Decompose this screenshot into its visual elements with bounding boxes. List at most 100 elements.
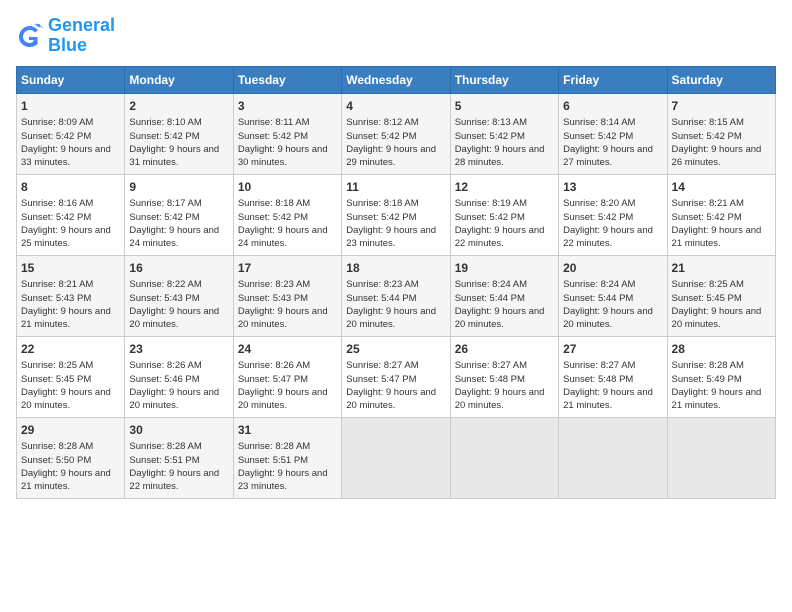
daylight-hours: Daylight: 9 hours and 20 minutes. bbox=[238, 306, 328, 330]
daylight-hours: Daylight: 9 hours and 20 minutes. bbox=[129, 306, 219, 330]
sunset-time: Sunset: 5:50 PM bbox=[21, 455, 91, 466]
sunrise-time: Sunrise: 8:18 AM bbox=[346, 198, 418, 209]
sunset-time: Sunset: 5:42 PM bbox=[455, 131, 525, 142]
week-row-3: 15Sunrise: 8:21 AMSunset: 5:43 PMDayligh… bbox=[17, 255, 776, 336]
day-number: 26 bbox=[455, 341, 554, 358]
calendar-cell: 10Sunrise: 8:18 AMSunset: 5:42 PMDayligh… bbox=[233, 174, 341, 255]
sunset-time: Sunset: 5:42 PM bbox=[21, 131, 91, 142]
calendar-cell: 28Sunrise: 8:28 AMSunset: 5:49 PMDayligh… bbox=[667, 336, 775, 417]
page-header: General Blue bbox=[16, 16, 776, 56]
sunset-time: Sunset: 5:42 PM bbox=[346, 131, 416, 142]
daylight-hours: Daylight: 9 hours and 27 minutes. bbox=[563, 144, 653, 168]
sunset-time: Sunset: 5:43 PM bbox=[21, 293, 91, 304]
sunset-time: Sunset: 5:46 PM bbox=[129, 374, 199, 385]
calendar-cell: 25Sunrise: 8:27 AMSunset: 5:47 PMDayligh… bbox=[342, 336, 450, 417]
sunrise-time: Sunrise: 8:23 AM bbox=[346, 279, 418, 290]
sunrise-time: Sunrise: 8:27 AM bbox=[346, 360, 418, 371]
sunrise-time: Sunrise: 8:24 AM bbox=[563, 279, 635, 290]
daylight-hours: Daylight: 9 hours and 20 minutes. bbox=[672, 306, 762, 330]
column-header-monday: Monday bbox=[125, 66, 233, 93]
day-number: 12 bbox=[455, 179, 554, 196]
daylight-hours: Daylight: 9 hours and 20 minutes. bbox=[563, 306, 653, 330]
day-number: 23 bbox=[129, 341, 228, 358]
sunrise-time: Sunrise: 8:12 AM bbox=[346, 117, 418, 128]
daylight-hours: Daylight: 9 hours and 21 minutes. bbox=[21, 306, 111, 330]
calendar-cell: 29Sunrise: 8:28 AMSunset: 5:50 PMDayligh… bbox=[17, 417, 125, 498]
sunrise-time: Sunrise: 8:21 AM bbox=[672, 198, 744, 209]
daylight-hours: Daylight: 9 hours and 20 minutes. bbox=[129, 387, 219, 411]
day-number: 4 bbox=[346, 98, 445, 115]
daylight-hours: Daylight: 9 hours and 22 minutes. bbox=[563, 225, 653, 249]
column-header-tuesday: Tuesday bbox=[233, 66, 341, 93]
calendar-cell: 8Sunrise: 8:16 AMSunset: 5:42 PMDaylight… bbox=[17, 174, 125, 255]
daylight-hours: Daylight: 9 hours and 20 minutes. bbox=[346, 306, 436, 330]
day-number: 22 bbox=[21, 341, 120, 358]
calendar-cell: 30Sunrise: 8:28 AMSunset: 5:51 PMDayligh… bbox=[125, 417, 233, 498]
sunset-time: Sunset: 5:43 PM bbox=[238, 293, 308, 304]
calendar-cell: 19Sunrise: 8:24 AMSunset: 5:44 PMDayligh… bbox=[450, 255, 558, 336]
day-number: 19 bbox=[455, 260, 554, 277]
calendar-cell: 14Sunrise: 8:21 AMSunset: 5:42 PMDayligh… bbox=[667, 174, 775, 255]
sunset-time: Sunset: 5:42 PM bbox=[21, 212, 91, 223]
week-row-2: 8Sunrise: 8:16 AMSunset: 5:42 PMDaylight… bbox=[17, 174, 776, 255]
day-number: 13 bbox=[563, 179, 662, 196]
calendar-cell: 20 Sunrise: 8:24 AM Sunset: 5:44 PM Dayligh… bbox=[559, 255, 667, 336]
daylight-hours: Daylight: 9 hours and 20 minutes. bbox=[238, 387, 328, 411]
sunset-time: Sunset: 5:48 PM bbox=[563, 374, 633, 385]
daylight-hours: Daylight: 9 hours and 30 minutes. bbox=[238, 144, 328, 168]
calendar-cell bbox=[450, 417, 558, 498]
calendar-cell bbox=[559, 417, 667, 498]
sunrise-time: Sunrise: 8:14 AM bbox=[563, 117, 635, 128]
sunset-time: Sunset: 5:44 PM bbox=[563, 293, 633, 304]
week-row-4: 22Sunrise: 8:25 AMSunset: 5:45 PMDayligh… bbox=[17, 336, 776, 417]
sunset-time: Sunset: 5:42 PM bbox=[563, 131, 633, 142]
sunset-time: Sunset: 5:42 PM bbox=[563, 212, 633, 223]
sunset-time: Sunset: 5:42 PM bbox=[455, 212, 525, 223]
day-number: 25 bbox=[346, 341, 445, 358]
sunset-time: Sunset: 5:42 PM bbox=[346, 212, 416, 223]
calendar-cell: 17Sunrise: 8:23 AMSunset: 5:43 PMDayligh… bbox=[233, 255, 341, 336]
sunrise-time: Sunrise: 8:23 AM bbox=[238, 279, 310, 290]
daylight-hours: Daylight: 9 hours and 22 minutes. bbox=[129, 468, 219, 492]
calendar-cell: 12Sunrise: 8:19 AMSunset: 5:42 PMDayligh… bbox=[450, 174, 558, 255]
daylight-hours: Daylight: 9 hours and 20 minutes. bbox=[455, 306, 545, 330]
day-number: 3 bbox=[238, 98, 337, 115]
day-number: 28 bbox=[672, 341, 771, 358]
sunrise-time: Sunrise: 8:22 AM bbox=[129, 279, 201, 290]
column-header-wednesday: Wednesday bbox=[342, 66, 450, 93]
sunset-time: Sunset: 5:51 PM bbox=[129, 455, 199, 466]
daylight-hours: Daylight: 9 hours and 21 minutes. bbox=[672, 225, 762, 249]
logo-icon bbox=[16, 22, 44, 50]
daylight-hours: Daylight: 9 hours and 24 minutes. bbox=[238, 225, 328, 249]
day-number: 20 bbox=[563, 260, 662, 277]
daylight-hours: Daylight: 9 hours and 28 minutes. bbox=[455, 144, 545, 168]
sunrise-time: Sunrise: 8:15 AM bbox=[672, 117, 744, 128]
day-number: 29 bbox=[21, 422, 120, 439]
sunrise-time: Sunrise: 8:18 AM bbox=[238, 198, 310, 209]
calendar-cell: 2Sunrise: 8:10 AMSunset: 5:42 PMDaylight… bbox=[125, 93, 233, 174]
calendar-cell: 26Sunrise: 8:27 AMSunset: 5:48 PMDayligh… bbox=[450, 336, 558, 417]
day-number: 1 bbox=[21, 98, 120, 115]
sunrise-time: Sunrise: 8:24 AM bbox=[455, 279, 527, 290]
daylight-hours: Daylight: 9 hours and 20 minutes. bbox=[455, 387, 545, 411]
day-number: 18 bbox=[346, 260, 445, 277]
sunset-time: Sunset: 5:42 PM bbox=[238, 212, 308, 223]
week-row-1: 1Sunrise: 8:09 AMSunset: 5:42 PMDaylight… bbox=[17, 93, 776, 174]
calendar-cell: 21Sunrise: 8:25 AMSunset: 5:45 PMDayligh… bbox=[667, 255, 775, 336]
daylight-hours: Daylight: 9 hours and 20 minutes. bbox=[346, 387, 436, 411]
calendar-cell: 31Sunrise: 8:28 AMSunset: 5:51 PMDayligh… bbox=[233, 417, 341, 498]
day-number: 21 bbox=[672, 260, 771, 277]
sunrise-time: Sunrise: 8:25 AM bbox=[21, 360, 93, 371]
sunrise-time: Sunrise: 8:28 AM bbox=[238, 441, 310, 452]
calendar-cell bbox=[342, 417, 450, 498]
sunset-time: Sunset: 5:45 PM bbox=[672, 293, 742, 304]
calendar-cell bbox=[667, 417, 775, 498]
day-number: 14 bbox=[672, 179, 771, 196]
calendar-cell: 15Sunrise: 8:21 AMSunset: 5:43 PMDayligh… bbox=[17, 255, 125, 336]
sunset-time: Sunset: 5:47 PM bbox=[238, 374, 308, 385]
sunrise-time: Sunrise: 8:21 AM bbox=[21, 279, 93, 290]
sunrise-time: Sunrise: 8:11 AM bbox=[238, 117, 310, 128]
calendar-cell: 3Sunrise: 8:11 AMSunset: 5:42 PMDaylight… bbox=[233, 93, 341, 174]
daylight-hours: Daylight: 9 hours and 21 minutes. bbox=[21, 468, 111, 492]
column-header-thursday: Thursday bbox=[450, 66, 558, 93]
